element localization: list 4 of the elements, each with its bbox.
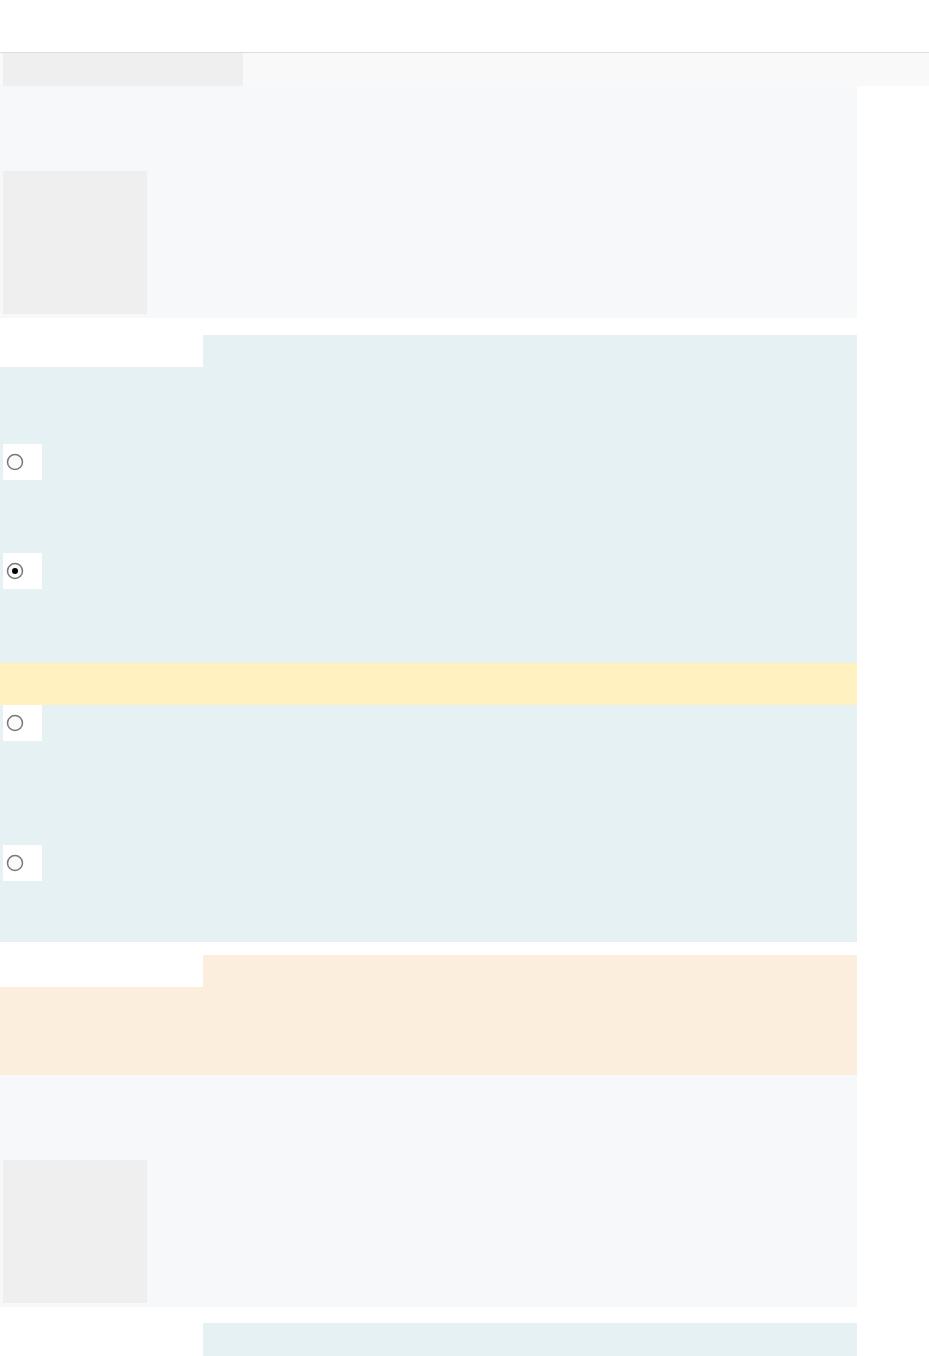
radio-button[interactable] [5, 452, 25, 472]
radio-button[interactable] [5, 853, 25, 873]
radio-button[interactable] [5, 713, 25, 733]
radio-button[interactable] [5, 561, 25, 581]
